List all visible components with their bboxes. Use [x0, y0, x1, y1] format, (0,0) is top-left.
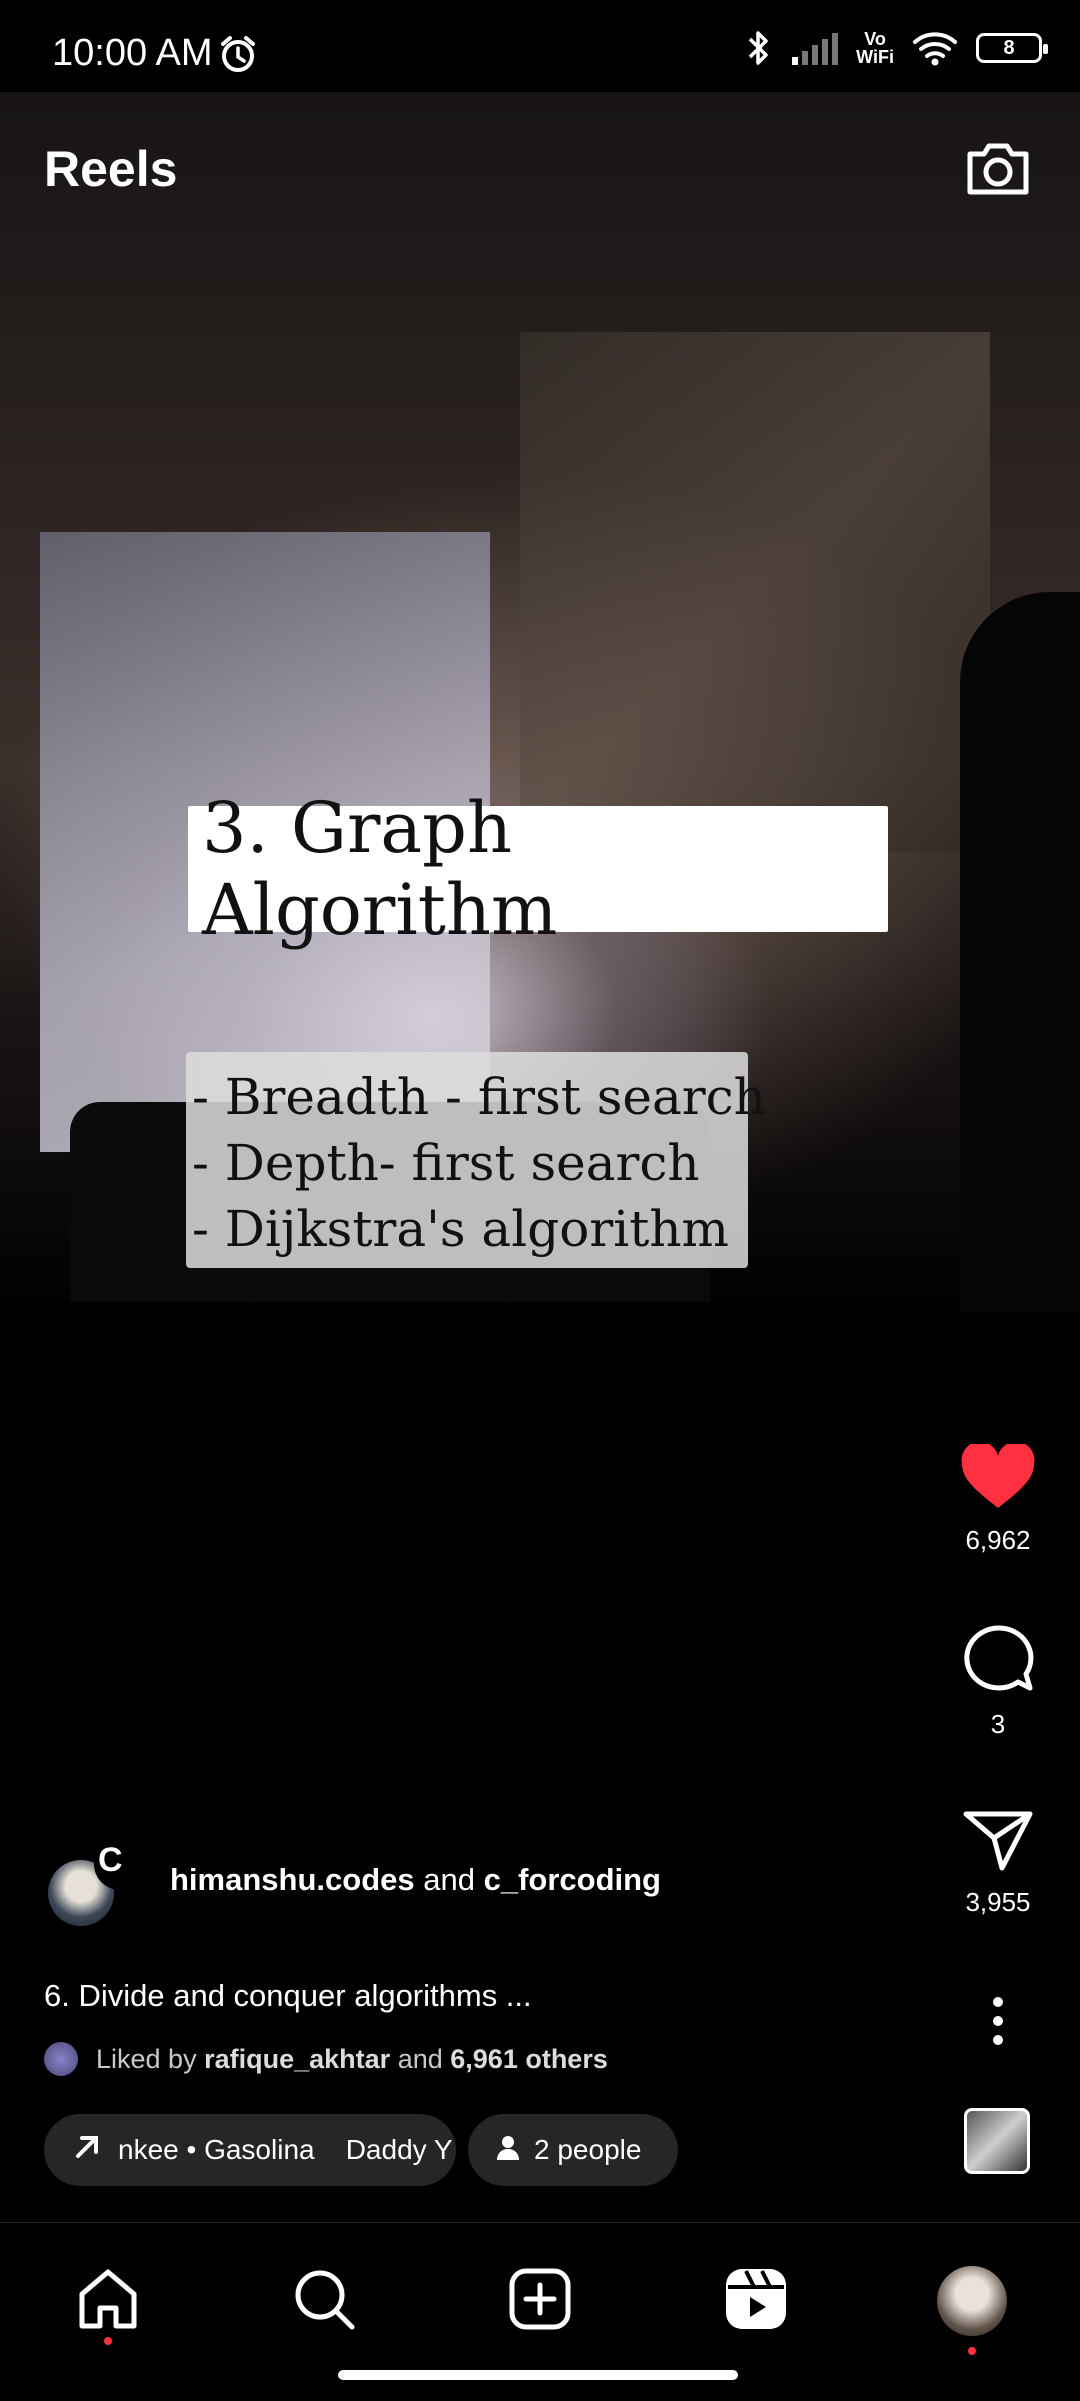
share-button[interactable]: 3,955	[928, 1808, 1068, 1918]
signal-icon	[790, 31, 839, 65]
bluetooth-icon	[746, 28, 772, 68]
heart-icon	[960, 1441, 1036, 1514]
comment-button[interactable]: 3	[928, 1622, 1068, 1740]
nav-reels[interactable]	[716, 2261, 796, 2341]
liked-by-user[interactable]: rafique_akhtar	[204, 2044, 390, 2075]
author-row: C himanshu.codes and c_forcoding	[48, 1838, 928, 1928]
reels-icon	[724, 2267, 788, 2336]
music-chip[interactable]: nkee • Gasolina Daddy Y	[44, 2114, 456, 2186]
notification-dot	[104, 2337, 112, 2345]
video-overlay-list: - Breadth - first search - Depth- first …	[186, 1052, 766, 1268]
camera-button[interactable]	[962, 138, 1034, 200]
like-count: 6,962	[965, 1525, 1031, 1555]
profile-avatar	[937, 2266, 1007, 2336]
notification-dot	[968, 2347, 976, 2355]
author-username[interactable]: himanshu.codes	[170, 1862, 415, 1897]
home-icon	[76, 2268, 140, 2335]
caption[interactable]: 6. Divide and conquer algorithms ...	[44, 1978, 532, 2014]
video-overlay-title: 3. Graph Algorithm	[188, 787, 888, 951]
people-text: 2 people	[534, 2134, 642, 2165]
nav-profile[interactable]	[932, 2261, 1012, 2355]
home-indicator[interactable]	[338, 2370, 738, 2380]
share-count: 3,955	[965, 1887, 1031, 1917]
overlay-item: - Dijkstra's algorithm	[192, 1200, 729, 1258]
author-names: himanshu.codes and c_forcoding	[170, 1862, 661, 1898]
more-options-button[interactable]	[978, 1996, 1018, 2046]
nav-home[interactable]	[68, 2261, 148, 2345]
page-title: Reels	[44, 141, 178, 197]
liked-by-avatar	[44, 2042, 78, 2076]
battery-icon: 8	[976, 33, 1048, 63]
overlay-item: - Depth- first search	[192, 1134, 700, 1192]
more-vertical-icon	[978, 1997, 1018, 2050]
person-silhouette	[960, 592, 1080, 1312]
overlay-item: - Breadth - first search	[192, 1068, 766, 1126]
collaborator-username[interactable]: c_forcoding	[484, 1862, 661, 1897]
liked-by-prefix: Liked by	[96, 2043, 197, 2074]
status-time: 10:00 AM	[52, 32, 213, 74]
create-icon	[508, 2267, 572, 2336]
nav-search[interactable]	[284, 2261, 364, 2341]
arrow-up-right-icon	[72, 2132, 102, 2169]
liked-by-row[interactable]: Liked by rafique_akhtar and 6,961 others	[44, 2042, 608, 2076]
music-text: nkee • Gasolina Daddy Y	[118, 2134, 453, 2165]
camera-icon	[962, 143, 1034, 204]
send-icon	[962, 1811, 1034, 1876]
liked-by-joiner: and	[397, 2043, 443, 2074]
alarm-icon	[218, 34, 258, 79]
wall-map	[520, 332, 990, 852]
collab-avatar[interactable]: C	[94, 1838, 146, 1890]
search-icon	[292, 2267, 356, 2336]
audio-thumbnail[interactable]	[964, 2108, 1030, 2174]
status-bar: 10:00 AM Vo WiFi 8	[0, 0, 1080, 92]
comment-icon	[960, 1625, 1036, 1698]
person-icon	[494, 2133, 522, 2168]
like-button[interactable]: 6,962	[928, 1441, 1068, 1556]
tagged-people-chip[interactable]: 2 people	[468, 2114, 678, 2186]
comment-count: 3	[990, 1709, 1006, 1739]
wifi-icon	[912, 30, 958, 66]
author-joiner: and	[423, 1862, 475, 1897]
nav-create[interactable]	[500, 2261, 580, 2341]
vowifi-icon: Vo WiFi	[856, 29, 894, 67]
liked-by-others[interactable]: 6,961 others	[450, 2044, 608, 2075]
